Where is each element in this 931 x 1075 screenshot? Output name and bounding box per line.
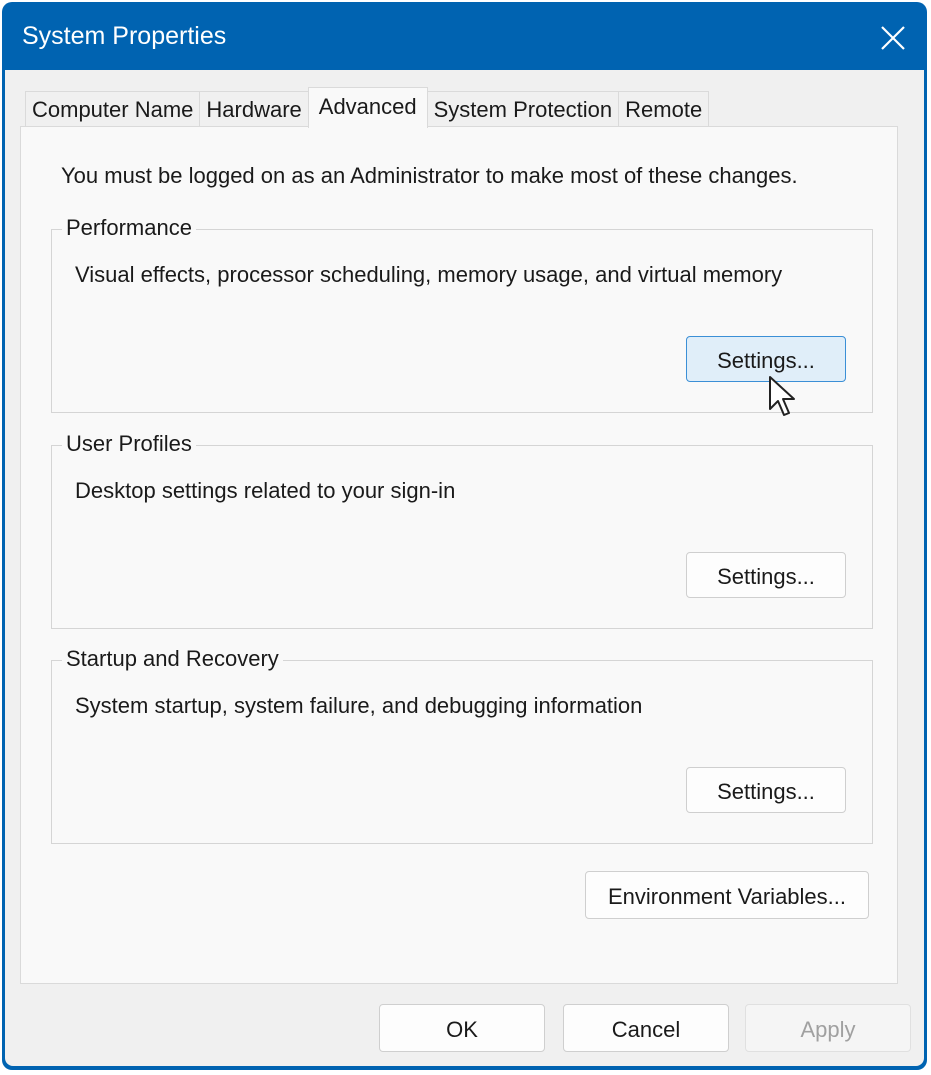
title-bar: System Properties <box>2 2 927 70</box>
advanced-tab-panel: You must be logged on as an Administrato… <box>20 126 898 984</box>
performance-settings-button[interactable]: Settings... <box>686 336 846 382</box>
tab-computer-name[interactable]: Computer Name <box>25 91 201 128</box>
close-icon <box>881 26 905 50</box>
tab-remote[interactable]: Remote <box>618 91 710 128</box>
system-properties-window: System Properties Computer Name Hardware… <box>2 2 927 1070</box>
tab-system-protection[interactable]: System Protection <box>426 91 620 128</box>
startup-recovery-description: System startup, system failure, and debu… <box>75 693 643 718</box>
startup-recovery-group-label: Startup and Recovery <box>62 646 283 672</box>
user-profiles-group-label: User Profiles <box>62 431 196 457</box>
admin-notice: You must be logged on as an Administrato… <box>61 163 798 188</box>
cancel-button[interactable]: Cancel <box>563 1004 729 1052</box>
startup-recovery-group: Startup and Recovery System startup, sys… <box>51 646 873 844</box>
performance-group: Performance Visual effects, processor sc… <box>51 215 873 413</box>
dialog-client: Computer Name Hardware Advanced System P… <box>5 70 924 1066</box>
tab-advanced[interactable]: Advanced <box>307 87 428 128</box>
performance-group-label: Performance <box>62 215 196 241</box>
user-profiles-settings-button[interactable]: Settings... <box>686 552 846 598</box>
tab-hardware[interactable]: Hardware <box>199 91 309 128</box>
user-profiles-description: Desktop settings related to your sign-in <box>75 478 456 503</box>
mouse-pointer-icon <box>769 376 795 416</box>
apply-button[interactable]: Apply <box>745 1004 911 1052</box>
window-title: System Properties <box>22 22 227 50</box>
environment-variables-button[interactable]: Environment Variables... <box>585 871 869 919</box>
tab-strip: Computer Name Hardware Advanced System P… <box>25 87 710 128</box>
performance-description: Visual effects, processor scheduling, me… <box>75 262 783 287</box>
startup-recovery-settings-button[interactable]: Settings... <box>686 767 846 813</box>
close-button[interactable] <box>873 18 913 58</box>
ok-button[interactable]: OK <box>379 1004 545 1052</box>
user-profiles-group: User Profiles Desktop settings related t… <box>51 431 873 629</box>
